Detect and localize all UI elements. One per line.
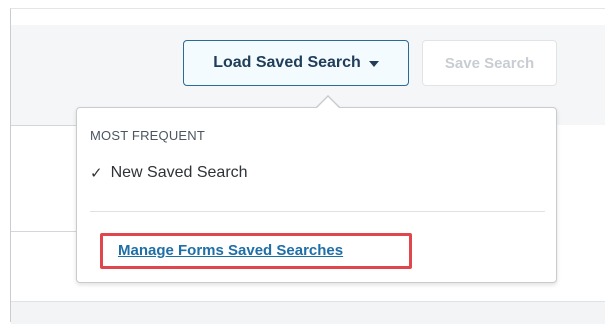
checkmark-icon: ✓ <box>90 165 103 182</box>
chevron-down-icon <box>368 61 379 67</box>
menu-item-new-saved-search[interactable]: ✓ New Saved Search <box>90 164 248 182</box>
load-saved-search-button[interactable]: Load Saved Search <box>183 40 409 86</box>
load-saved-search-label: Load Saved Search <box>213 54 361 71</box>
manage-saved-searches-link[interactable]: Manage Forms Saved Searches <box>118 242 343 259</box>
save-search-button[interactable]: Save Search <box>422 40 557 86</box>
menu-divider <box>90 211 545 212</box>
section-heading-most-frequent: MOST FREQUENT <box>90 128 206 143</box>
page-frame: Load Saved Search Save Search MOST FREQU… <box>10 8 605 324</box>
menu-item-label: New Saved Search <box>110 164 248 181</box>
saved-search-dropdown: MOST FREQUENT ✓ New Saved Search Manage … <box>76 107 557 283</box>
dropdown-pointer-fill <box>317 97 339 108</box>
footer-band <box>11 301 605 324</box>
save-search-label: Save Search <box>444 54 535 72</box>
